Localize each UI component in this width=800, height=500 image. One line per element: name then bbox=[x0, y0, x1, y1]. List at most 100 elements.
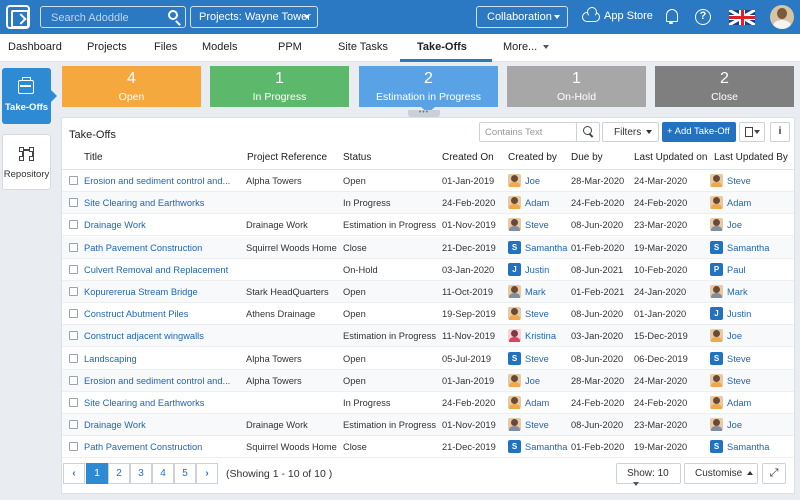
user-name[interactable]: Kristina bbox=[525, 331, 556, 341]
user-name[interactable]: Justin bbox=[727, 309, 751, 319]
status-card-close[interactable]: 2 Close bbox=[655, 66, 794, 107]
column-header[interactable]: Project Reference bbox=[247, 152, 327, 163]
row-checkbox[interactable] bbox=[69, 398, 78, 407]
table-row[interactable]: Erosion and sediment control and... Alpha… bbox=[62, 170, 794, 192]
takeoff-title-link[interactable]: Construct Abutment Piles bbox=[84, 309, 188, 319]
column-header[interactable]: Created On bbox=[442, 152, 494, 163]
takeoff-title-link[interactable]: Culvert Removal and Replacement bbox=[84, 265, 228, 275]
nav-site-tasks[interactable]: Site Tasks bbox=[338, 41, 388, 53]
next-page-button[interactable]: › bbox=[196, 463, 218, 484]
filter-search-button[interactable] bbox=[576, 122, 600, 142]
filters-button[interactable]: Filters bbox=[602, 122, 659, 142]
table-row[interactable]: Kopurererua Stream Bridge Stark HeadQuart… bbox=[62, 281, 794, 303]
row-checkbox[interactable] bbox=[69, 242, 78, 252]
row-checkbox[interactable] bbox=[69, 375, 78, 385]
table-row[interactable]: Construct Abutment Piles Athens Drainage O… bbox=[62, 303, 794, 326]
user-name[interactable]: Steve bbox=[525, 220, 549, 230]
user-name[interactable]: Adam bbox=[727, 198, 751, 208]
status-card-on-hold[interactable]: 1 On-Hold bbox=[507, 66, 646, 107]
page-button[interactable]: 1 bbox=[86, 463, 108, 484]
row-checkbox[interactable] bbox=[69, 198, 78, 208]
column-header[interactable]: Last Updated By bbox=[714, 152, 788, 163]
customise-button[interactable]: Customise bbox=[684, 463, 758, 484]
uk-flag-icon[interactable] bbox=[729, 10, 755, 25]
table-row[interactable]: Construct adjacent wingwalls Estimation i… bbox=[62, 325, 794, 348]
user-name[interactable]: Adam bbox=[525, 398, 549, 408]
app-store-link[interactable]: App Store bbox=[582, 7, 653, 22]
column-header[interactable]: Title bbox=[84, 152, 103, 163]
app-logo-icon[interactable] bbox=[6, 5, 30, 29]
user-name[interactable]: Joe bbox=[525, 176, 540, 186]
expand-icon[interactable]: ⤢ bbox=[762, 463, 786, 484]
side-takeoffs-button[interactable]: Take-Offs bbox=[2, 68, 57, 124]
table-row[interactable]: Path Pavement Construction Squirrel Woods… bbox=[62, 236, 794, 259]
column-header[interactable]: Due by bbox=[571, 152, 603, 163]
search-button[interactable] bbox=[163, 7, 185, 27]
user-name[interactable]: Samantha bbox=[525, 442, 567, 452]
page-button[interactable]: 3 bbox=[130, 463, 152, 484]
row-checkbox[interactable] bbox=[69, 442, 78, 452]
takeoff-title-link[interactable]: Kopurererua Stream Bridge bbox=[84, 287, 198, 297]
page-button[interactable]: 5 bbox=[174, 463, 196, 484]
row-checkbox[interactable] bbox=[69, 264, 78, 274]
row-checkbox[interactable] bbox=[69, 331, 78, 341]
help-icon[interactable]: ? bbox=[695, 9, 711, 25]
column-header[interactable]: Last Updated on bbox=[634, 152, 707, 163]
row-checkbox[interactable] bbox=[69, 287, 78, 296]
takeoff-title-link[interactable]: Path Pavement Construction bbox=[84, 243, 202, 253]
row-checkbox[interactable] bbox=[69, 176, 78, 185]
add-take-off-button[interactable]: + Add Take-Off bbox=[662, 122, 736, 142]
user-name[interactable]: Joe bbox=[727, 331, 742, 341]
info-button[interactable]: i bbox=[770, 122, 790, 142]
nav-more[interactable]: More... bbox=[503, 41, 550, 53]
status-card-estimation[interactable]: 2 Estimation in Progress bbox=[359, 66, 498, 113]
row-checkbox[interactable] bbox=[69, 309, 78, 319]
user-name[interactable]: Samantha bbox=[525, 243, 567, 253]
user-name[interactable]: Mark bbox=[727, 287, 748, 297]
table-row[interactable]: Site Clearing and Earthworks In Progress 2… bbox=[62, 392, 794, 414]
takeoff-title-link[interactable]: Site Clearing and Earthworks bbox=[84, 198, 204, 208]
user-name[interactable]: Justin bbox=[525, 265, 549, 275]
user-name[interactable]: Joe bbox=[727, 420, 742, 430]
takeoff-title-link[interactable]: Erosion and sediment control and... bbox=[84, 176, 230, 186]
side-repository-button[interactable]: Repository bbox=[2, 134, 51, 190]
table-row[interactable]: Landscaping Alpha Towers Open 05-Jul-2019 S S… bbox=[62, 348, 794, 370]
takeoff-title-link[interactable]: Construct adjacent wingwalls bbox=[84, 331, 204, 341]
user-name[interactable]: Steve bbox=[727, 376, 751, 386]
user-avatar[interactable] bbox=[770, 5, 794, 29]
export-button[interactable] bbox=[739, 122, 765, 142]
row-checkbox[interactable] bbox=[69, 220, 78, 230]
user-name[interactable]: Steve bbox=[525, 420, 549, 430]
search-input[interactable]: Search Adoddle bbox=[40, 6, 186, 28]
page-size-select[interactable]: Show: 10 bbox=[616, 463, 681, 487]
user-name[interactable]: Joe bbox=[525, 376, 540, 386]
notification-bell-icon[interactable] bbox=[664, 9, 678, 24]
status-card-open[interactable]: 4 Open bbox=[62, 66, 201, 107]
prev-page-button[interactable]: ‹ bbox=[63, 463, 85, 484]
nav-ppm[interactable]: PPM bbox=[278, 41, 302, 53]
takeoff-title-link[interactable]: Erosion and sediment control and... bbox=[84, 376, 230, 386]
user-name[interactable]: Joe bbox=[727, 220, 742, 230]
page-button[interactable]: 2 bbox=[108, 463, 130, 484]
takeoff-title-link[interactable]: Landscaping bbox=[84, 354, 137, 364]
collaboration-select[interactable]: Collaboration bbox=[476, 6, 568, 28]
column-header[interactable]: Created by bbox=[508, 152, 557, 163]
takeoff-title-link[interactable]: Path Pavement Construction bbox=[84, 442, 202, 452]
user-name[interactable]: Samantha bbox=[727, 243, 769, 253]
user-name[interactable]: Steve bbox=[727, 354, 751, 364]
table-row[interactable]: Drainage Work Drainage Work Estimation in … bbox=[62, 214, 794, 237]
user-name[interactable]: Paul bbox=[727, 265, 746, 275]
user-name[interactable]: Steve bbox=[525, 309, 549, 319]
user-name[interactable]: Steve bbox=[525, 354, 549, 364]
project-select[interactable]: Projects: Wayne Tower bbox=[190, 6, 318, 28]
user-name[interactable]: Mark bbox=[525, 287, 546, 297]
nav-files[interactable]: Files bbox=[154, 41, 177, 53]
table-row[interactable]: Path Pavement Construction Squirrel Woods… bbox=[62, 436, 794, 459]
takeoff-title-link[interactable]: Drainage Work bbox=[84, 420, 146, 430]
row-checkbox[interactable] bbox=[69, 420, 78, 430]
takeoff-title-link[interactable]: Drainage Work bbox=[84, 220, 146, 230]
contains-text-input[interactable]: Contains Text bbox=[479, 122, 577, 142]
takeoff-title-link[interactable]: Site Clearing and Earthworks bbox=[84, 398, 204, 408]
status-card-in-progress[interactable]: 1 In Progress bbox=[210, 66, 349, 107]
table-row[interactable]: Erosion and sediment control and... Alpha… bbox=[62, 369, 794, 392]
